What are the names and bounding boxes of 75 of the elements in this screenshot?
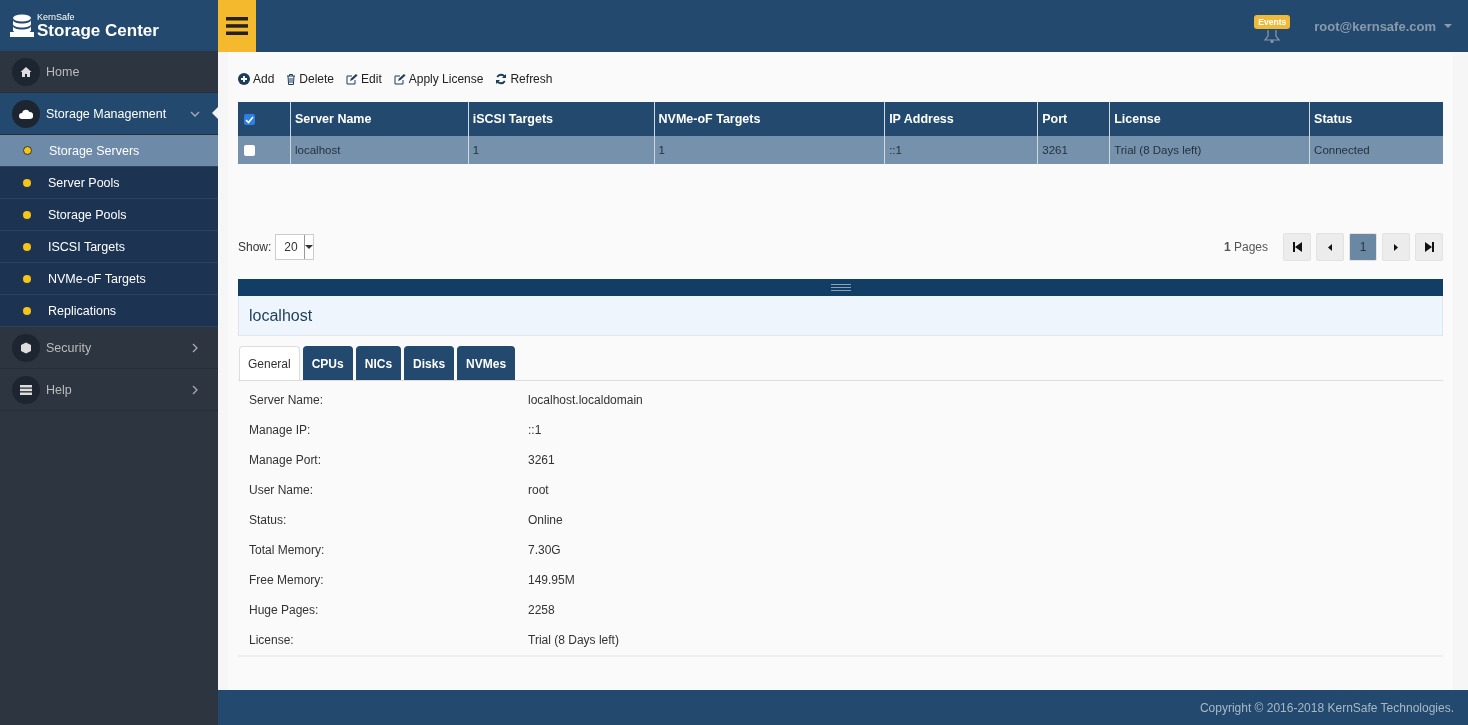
events-badge: Events (1254, 15, 1291, 29)
edit-icon (346, 73, 359, 85)
column-header[interactable]: License (1109, 102, 1310, 136)
tab[interactable]: General (239, 346, 300, 380)
first-page-button[interactable] (1283, 233, 1311, 261)
column-header[interactable]: iSCSI Targets (468, 102, 655, 136)
select-all-checkbox[interactable] (244, 114, 255, 126)
refresh-icon (495, 73, 508, 85)
field-value: 3261 (528, 453, 555, 467)
tab[interactable]: Disks (404, 346, 455, 380)
field-label: Huge Pages: (249, 603, 320, 617)
field-value: 149.95M (528, 573, 575, 587)
caret-right-icon (1394, 243, 1398, 251)
field-label: User Name: (249, 483, 314, 497)
page-button[interactable]: 1 (1349, 233, 1377, 261)
toolbar-button[interactable]: Refresh (495, 72, 559, 86)
caret-left-icon (1328, 243, 1332, 251)
table-cell: 1 (658, 144, 665, 156)
field-label: Free Memory: (249, 573, 325, 587)
field-value: Trial (8 Days left) (528, 633, 619, 647)
field-label: Server Name: (249, 393, 325, 407)
brand-title: Storage Center (37, 21, 159, 39)
column-header[interactable]: Status (1309, 102, 1443, 136)
column-header[interactable]: NVMe-oF Targets (654, 102, 885, 136)
toolbar-button[interactable]: Add (238, 72, 281, 86)
details-title: localhost (238, 296, 1443, 336)
field-label: Total Memory: (249, 543, 326, 557)
field-value: Online (528, 513, 563, 527)
database-icon (9, 13, 35, 38)
field-value: 2258 (528, 603, 555, 617)
last-page-button[interactable] (1415, 233, 1443, 261)
plus-circle-icon (238, 73, 250, 85)
first-page-icon (1292, 242, 1302, 252)
edit-icon (393, 73, 406, 85)
nav-subitem[interactable]: Storage Servers (0, 135, 218, 167)
table-row[interactable]: localhost 1 1 ::1 3261 Trial (8 Days left) Connected (238, 136, 1443, 164)
brand-subtitle: KernSafe (37, 12, 76, 22)
row-checkbox[interactable] (244, 145, 255, 157)
field-label: Manage IP: (249, 423, 312, 437)
copyright-text: Copyright © 2016-2018 KernSafe Technologies. (1199, 700, 1454, 715)
home-icon (20, 65, 32, 78)
table-cell: Connected (1314, 144, 1370, 156)
page-size-select[interactable]: 20 (275, 234, 314, 260)
page-count: 1 Pages (1223, 240, 1268, 254)
toolbar-button[interactable]: Edit (346, 72, 388, 86)
nav-item[interactable]: Storage Management (0, 93, 218, 135)
field-value: 7.30G (528, 543, 561, 557)
tab[interactable]: NICs (355, 346, 402, 380)
tab[interactable]: CPUs (302, 346, 353, 380)
field-value: localhost.localdomain (528, 393, 643, 407)
tab[interactable]: NVMes (457, 346, 516, 380)
last-page-icon (1424, 242, 1434, 252)
table-cell: 3261 (1042, 144, 1068, 156)
column-header[interactable]: Server Name (290, 102, 469, 136)
table-cell: localhost (295, 144, 341, 156)
trash-icon (286, 73, 297, 85)
column-header[interactable]: Port (1037, 102, 1110, 136)
field-label: Manage Port: (249, 453, 323, 467)
resize-handle[interactable] (238, 279, 1443, 296)
show-label: Show: (238, 240, 272, 254)
table-cell: ::1 (889, 144, 902, 156)
table-cell: 1 (472, 144, 480, 156)
toolbar-button[interactable]: Apply License (393, 72, 490, 86)
cloud-icon (19, 108, 33, 119)
table-cell: Trial (8 Days left) (1114, 144, 1202, 156)
field-label: License: (249, 633, 295, 647)
toolbar-button[interactable]: Delete (286, 72, 341, 86)
field-value: ::1 (528, 423, 542, 437)
list-icon (20, 384, 32, 395)
grip-icon (830, 284, 851, 291)
field-value: root (528, 483, 549, 497)
column-header[interactable]: IP Address (884, 102, 1038, 136)
field-label: Status: (249, 513, 288, 527)
menu-icon (226, 17, 248, 35)
menu-button[interactable] (218, 0, 256, 52)
